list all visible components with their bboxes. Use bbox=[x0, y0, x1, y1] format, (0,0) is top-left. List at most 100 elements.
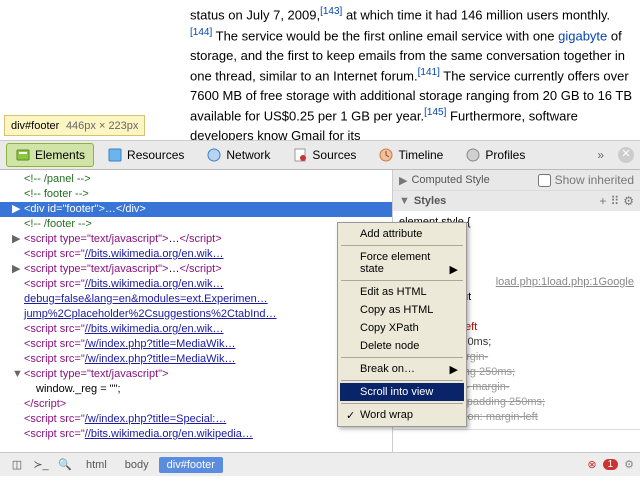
styles-header[interactable]: ▼ Styles + ⠿ ⚙ bbox=[393, 191, 640, 211]
tab-timeline[interactable]: Timeline bbox=[369, 143, 452, 167]
separator bbox=[341, 380, 463, 381]
ctx-copy-html[interactable]: Copy as HTML bbox=[340, 301, 464, 319]
src-link[interactable]: /w/index.php?title=Special:… bbox=[85, 413, 227, 425]
show-inherited-checkbox[interactable] bbox=[538, 174, 551, 187]
selected-node[interactable]: ▶<div id="footer">…</div> bbox=[0, 202, 392, 217]
ctx-copy-xpath[interactable]: Copy XPath bbox=[340, 319, 464, 337]
expand-tri-icon[interactable]: ▶ bbox=[12, 262, 20, 277]
resources-icon bbox=[107, 147, 123, 163]
overflow-chevron-icon[interactable]: » bbox=[591, 148, 610, 162]
toggle-state-icon[interactable]: ⠿ bbox=[610, 194, 619, 208]
breadcrumb-body[interactable]: body bbox=[117, 457, 157, 473]
dom-tag: </script> bbox=[179, 233, 221, 245]
tab-sources[interactable]: Sources bbox=[283, 143, 365, 167]
timeline-icon bbox=[378, 147, 394, 163]
inspect-icon[interactable]: 🔍 bbox=[54, 456, 76, 474]
element-tooltip: div#footer 446px × 223px bbox=[4, 115, 145, 136]
tooltip-dimensions: 446px × 223px bbox=[66, 120, 138, 132]
dom-tag: <script type="text/javascript"> bbox=[24, 263, 168, 275]
error-count[interactable]: 1 bbox=[603, 459, 619, 470]
ctx-edit-html[interactable]: Edit as HTML bbox=[340, 283, 464, 301]
expand-tri-icon[interactable]: ▼ bbox=[12, 367, 23, 382]
tab-label: Timeline bbox=[398, 148, 443, 162]
script-body: window._reg = ""; bbox=[36, 383, 121, 395]
dom-tag: </script> bbox=[179, 263, 221, 275]
error-icon[interactable]: ⊗ bbox=[587, 458, 596, 471]
ctx-force-state[interactable]: Force element state▶ bbox=[340, 248, 464, 278]
statusbar: ◫ ≻_ 🔍 html body div#footer ⊗ 1 ⚙ bbox=[0, 452, 640, 476]
ref-link[interactable]: [143] bbox=[320, 6, 342, 17]
expand-tri-icon[interactable]: ▶ bbox=[12, 202, 20, 217]
add-rule-icon[interactable]: + bbox=[599, 194, 606, 208]
dom-tag: </div> bbox=[116, 203, 146, 215]
gear-icon[interactable]: ⚙ bbox=[623, 194, 634, 208]
tab-label: Resources bbox=[127, 148, 184, 162]
dom-tag: <script src=" bbox=[24, 428, 85, 440]
console-icon[interactable]: ≻_ bbox=[30, 456, 52, 474]
profiles-icon bbox=[465, 147, 481, 163]
section-title: Computed Style bbox=[411, 174, 489, 186]
close-icon[interactable]: ✕ bbox=[618, 147, 634, 163]
ctx-break-on[interactable]: Break on…▶ bbox=[340, 360, 464, 378]
comment: <!-- /panel --> bbox=[24, 173, 91, 185]
dom-tag: <script src=" bbox=[24, 323, 85, 335]
section-title: Styles bbox=[414, 195, 446, 207]
dock-icon[interactable]: ◫ bbox=[6, 456, 28, 474]
breadcrumb-html[interactable]: html bbox=[78, 457, 115, 473]
ref-link[interactable]: [145] bbox=[424, 107, 446, 118]
show-inherited-toggle[interactable]: Show inherited bbox=[538, 173, 634, 187]
text: The service would be the first online em… bbox=[212, 28, 558, 43]
text: status on July 7, 2009, bbox=[190, 7, 320, 22]
tab-label: Elements bbox=[35, 148, 85, 162]
src-link[interactable]: //bits.wikimedia.org/en.wik… bbox=[85, 248, 224, 260]
expand-tri-icon[interactable]: ▶ bbox=[12, 232, 20, 247]
tab-network[interactable]: Network bbox=[197, 143, 279, 167]
comment: <!-- footer --> bbox=[24, 188, 89, 200]
breadcrumb-footer[interactable]: div#footer bbox=[159, 457, 223, 473]
src-link[interactable]: //bits.wikimedia.org/en.wik… bbox=[85, 323, 224, 335]
dom-tag: <script src=" bbox=[24, 278, 85, 290]
comment: <!-- /footer --> bbox=[24, 218, 92, 230]
dom-tag: <script src=" bbox=[24, 413, 85, 425]
src-link[interactable]: //bits.wikimedia.org/en.wik… bbox=[85, 278, 224, 290]
tab-resources[interactable]: Resources bbox=[98, 143, 193, 167]
source-link[interactable]: load.php:1 bbox=[496, 275, 547, 290]
ref-link[interactable]: [144] bbox=[190, 27, 212, 38]
tab-label: Sources bbox=[312, 148, 356, 162]
ref-link[interactable]: [141] bbox=[418, 67, 440, 78]
src-link[interactable]: /w/index.php?title=MediaWik… bbox=[85, 353, 236, 365]
tab-profiles[interactable]: Profiles bbox=[456, 143, 534, 167]
submenu-arrow-icon: ▶ bbox=[450, 263, 458, 276]
ctx-scroll-into-view[interactable]: Scroll into view bbox=[340, 383, 464, 401]
dom-tag: </script> bbox=[24, 398, 66, 410]
separator bbox=[341, 280, 463, 281]
ctx-add-attribute[interactable]: Add attribute bbox=[340, 225, 464, 243]
dom-tag: <script type="text/javascript"> bbox=[24, 233, 168, 245]
src-link[interactable]: /w/index.php?title=MediaWik… bbox=[85, 338, 236, 350]
elements-tree[interactable]: <!-- /panel --> <!-- footer --> ▶<div id… bbox=[0, 170, 392, 452]
dom-tag: <script src=" bbox=[24, 353, 85, 365]
devtools-toolbar: Elements Resources Network Sources Timel… bbox=[0, 140, 640, 170]
expand-tri-icon[interactable]: ▼ bbox=[399, 195, 410, 207]
ctx-word-wrap[interactable]: ✓Word wrap bbox=[340, 406, 464, 424]
sources-icon bbox=[292, 147, 308, 163]
network-icon bbox=[206, 147, 222, 163]
ctx-delete-node[interactable]: Delete node bbox=[340, 337, 464, 355]
ellipsis: … bbox=[105, 203, 116, 215]
src-link[interactable]: //bits.wikimedia.org/en.wikipedia… bbox=[85, 428, 253, 440]
tab-label: Network bbox=[226, 148, 270, 162]
tab-elements[interactable]: Elements bbox=[6, 143, 94, 167]
elements-icon bbox=[15, 147, 31, 163]
context-menu: Add attribute Force element state▶ Edit … bbox=[337, 222, 467, 427]
expand-tri-icon[interactable]: ▶ bbox=[399, 174, 407, 187]
source-link[interactable]: Google bbox=[599, 275, 634, 290]
src-link[interactable]: debug=false&lang=en&modules=ext.Experime… bbox=[24, 293, 268, 305]
wiki-link[interactable]: gigabyte bbox=[558, 28, 607, 43]
computed-style-header[interactable]: ▶ Computed Style Show inherited bbox=[393, 170, 640, 190]
src-link[interactable]: jump%2Cplaceholder%2Csuggestions%2CtabIn… bbox=[24, 308, 277, 320]
check-icon: ✓ bbox=[346, 409, 355, 422]
settings-gear-icon[interactable]: ⚙ bbox=[624, 458, 634, 471]
source-link[interactable]: load.php:1 bbox=[547, 275, 598, 290]
separator bbox=[341, 357, 463, 358]
dom-tag: <script src=" bbox=[24, 248, 85, 260]
